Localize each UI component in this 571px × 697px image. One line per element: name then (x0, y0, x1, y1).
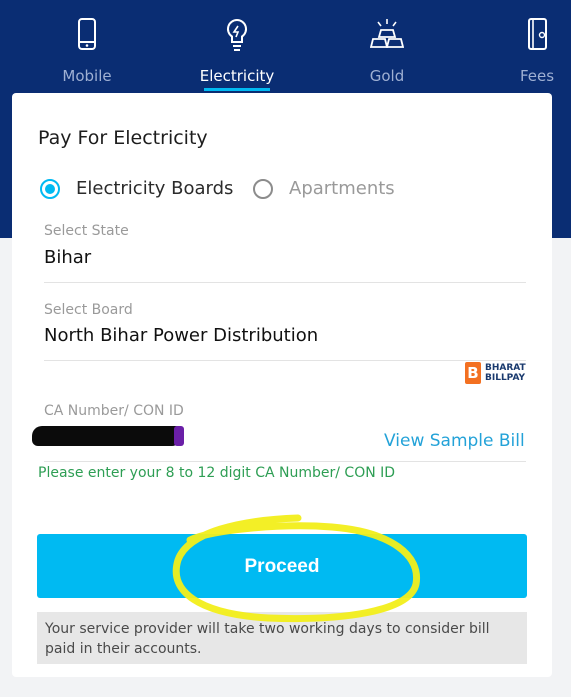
page-title: Pay For Electricity (38, 127, 208, 149)
payment-card: Pay For Electricity Electricity Boards A… (12, 93, 552, 677)
radio-label: Electricity Boards (76, 178, 234, 199)
proceed-button[interactable]: Proceed (37, 534, 527, 598)
bbps-letter: B (465, 362, 481, 384)
ca-field-label: CA Number/ CON ID (44, 403, 184, 419)
board-field-value: North Bihar Power Distribution (44, 325, 319, 346)
radio-selected-icon (40, 179, 60, 199)
state-field-label: Select State (44, 223, 129, 239)
view-sample-bill-link[interactable]: View Sample Bill (384, 431, 525, 451)
radio-unselected-icon (253, 179, 273, 199)
lightbulb-icon (225, 18, 249, 56)
tab-label: Gold (369, 67, 405, 85)
state-select[interactable]: Select State Bihar (44, 221, 526, 283)
info-note-text: Your service provider will take two work… (45, 621, 490, 657)
redacted-ca-number (32, 426, 184, 446)
bbps-line1: BHARAT (485, 363, 526, 373)
tab-electricity[interactable]: Electricity (182, 0, 292, 92)
tab-fees[interactable]: Fees (482, 0, 571, 92)
state-field-value: Bihar (44, 247, 92, 268)
gold-bars-icon (369, 18, 405, 54)
bbps-line2: BILLPAY (485, 373, 526, 383)
bbps-text: BHARAT BILLPAY (485, 363, 526, 383)
board-field-label: Select Board (44, 302, 133, 318)
fees-book-icon (526, 18, 548, 54)
radio-label: Apartments (289, 178, 395, 199)
ca-hint-text: Please enter your 8 to 12 digit CA Numbe… (38, 465, 396, 481)
board-select[interactable]: Select Board North Bihar Power Distribut… (44, 300, 526, 361)
tab-gold[interactable]: Gold (332, 0, 442, 92)
tab-label: Mobile (62, 67, 112, 85)
active-tab-indicator (204, 88, 270, 91)
bharat-billpay-logo: B BHARAT BILLPAY (465, 362, 527, 384)
info-note: Your service provider will take two work… (37, 612, 527, 664)
tab-label: Fees (519, 67, 555, 85)
tab-mobile[interactable]: Mobile (32, 0, 142, 92)
mobile-icon (77, 18, 97, 54)
tab-label: Electricity (199, 67, 275, 85)
